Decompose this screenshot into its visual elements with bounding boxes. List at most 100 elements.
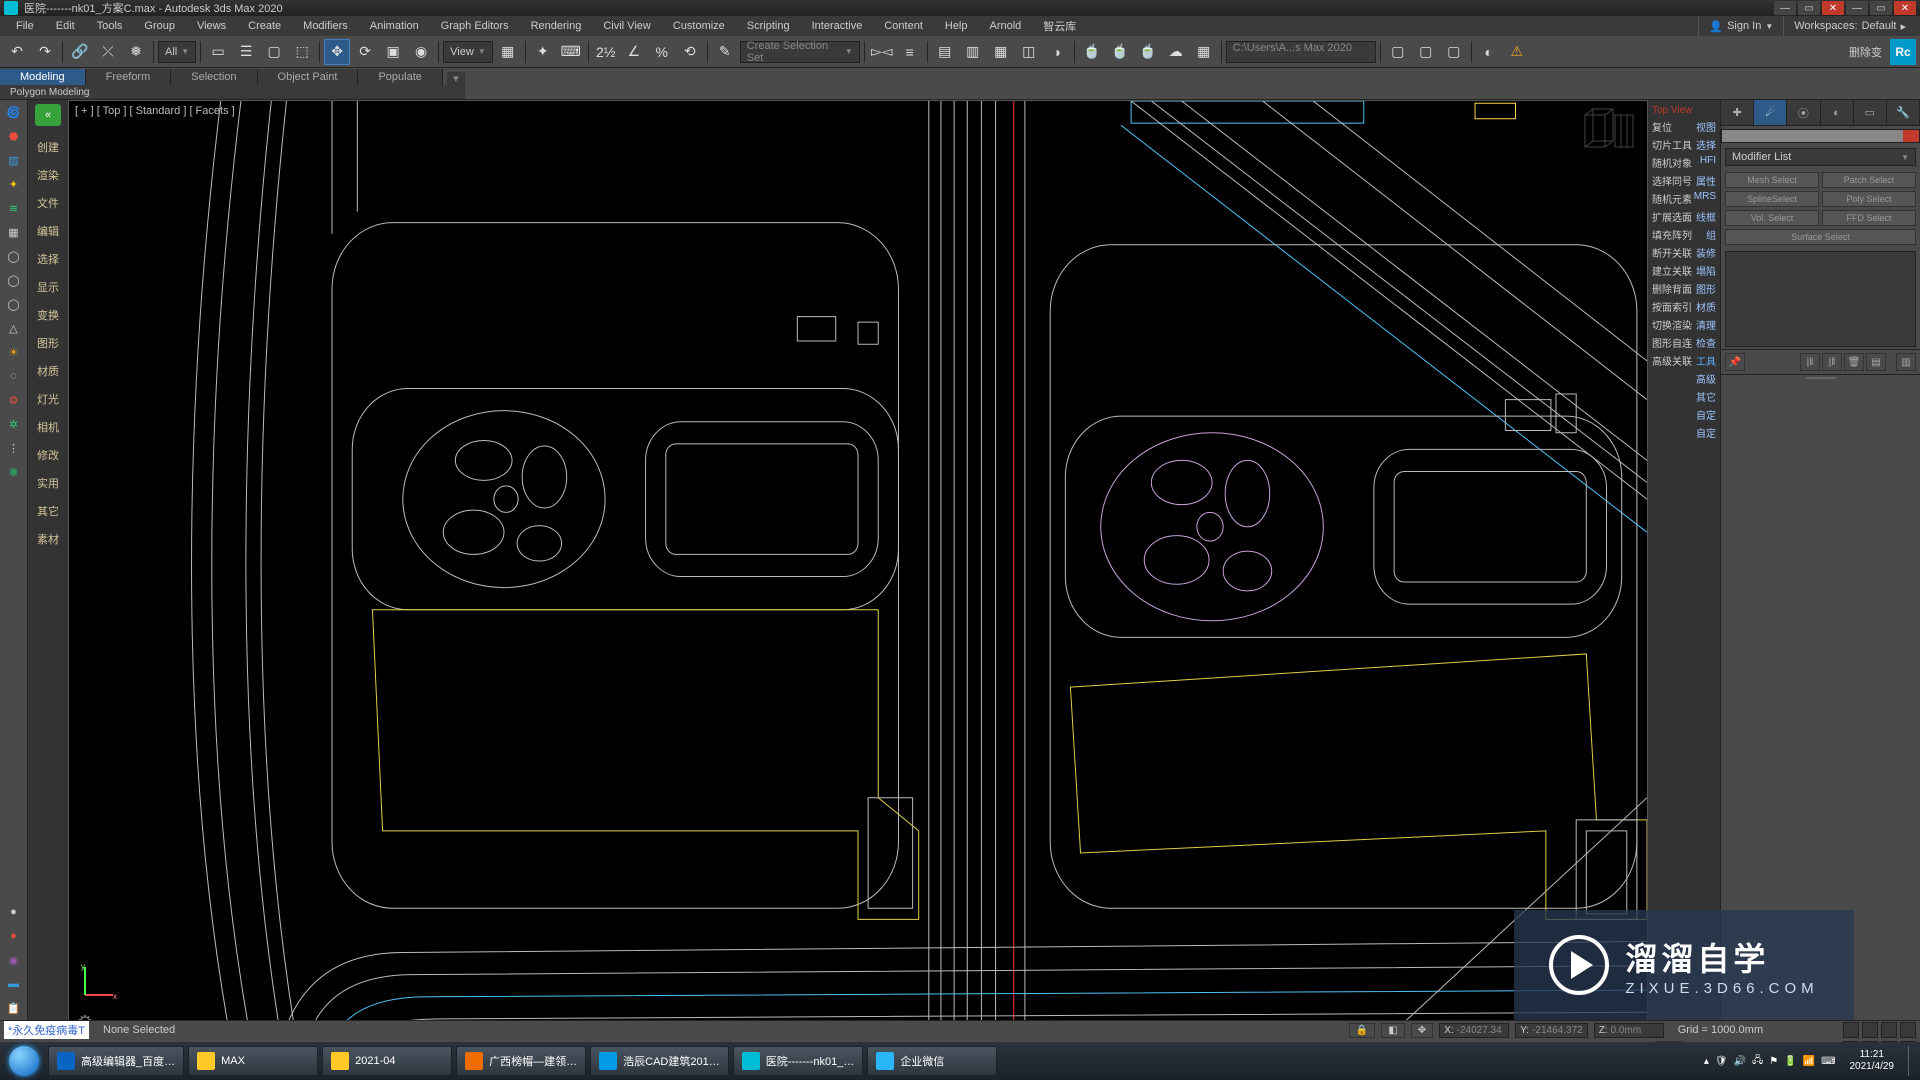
sel-mesh[interactable]: Mesh Select bbox=[1725, 172, 1819, 188]
signin-button[interactable]: 👤 Sign In ▼ bbox=[1698, 16, 1784, 36]
qp-row-5[interactable]: 扩展选面线框 bbox=[1650, 208, 1718, 225]
side-item-3[interactable]: 编辑 bbox=[28, 220, 68, 242]
sr-icon-1[interactable] bbox=[1843, 1022, 1859, 1038]
tray-icon[interactable]: ⚑ bbox=[1769, 1056, 1778, 1067]
sel-vol[interactable]: Vol. Select bbox=[1725, 210, 1819, 226]
side-item-9[interactable]: 灯光 bbox=[28, 388, 68, 410]
qp-row-8[interactable]: 建立关联塌陷 bbox=[1650, 262, 1718, 279]
tray-icon[interactable]: 🖧 bbox=[1752, 1053, 1763, 1070]
sr-icon-2[interactable] bbox=[1862, 1022, 1878, 1038]
menu-help[interactable]: Help bbox=[935, 18, 978, 34]
tray-icon[interactable]: 🔋 bbox=[1784, 1056, 1796, 1067]
menu-edit[interactable]: Edit bbox=[46, 18, 85, 34]
qp-row-15[interactable]: 其它 bbox=[1650, 388, 1718, 405]
lt-icon-13[interactable]: ⚙ bbox=[4, 390, 24, 410]
minimize-button[interactable]: — bbox=[1774, 1, 1796, 15]
cmd-tab-modify[interactable]: ☄ bbox=[1754, 100, 1787, 125]
qp-row-0[interactable]: 复位视图 bbox=[1650, 118, 1718, 135]
side-item-2[interactable]: 文件 bbox=[28, 192, 68, 214]
side-item-0[interactable]: 创建 bbox=[28, 136, 68, 158]
ribbon-tab-object-paint[interactable]: Object Paint bbox=[258, 69, 359, 85]
side-item-7[interactable]: 图形 bbox=[28, 332, 68, 354]
select-and-move-button[interactable]: ✥ bbox=[324, 39, 350, 65]
taskbar-clock[interactable]: 11:21 2021/4/29 bbox=[1842, 1049, 1903, 1073]
ref-coord-dropdown[interactable]: View▼ bbox=[443, 41, 493, 63]
qp-row-6[interactable]: 填充阵列组 bbox=[1650, 226, 1718, 243]
filter-dropdown[interactable]: All▼ bbox=[158, 41, 196, 63]
sel-poly[interactable]: Poly Select bbox=[1822, 191, 1916, 207]
lt-icon-sphere3[interactable]: ◉ bbox=[4, 950, 24, 970]
workspace-selector[interactable]: Workspaces: Default ▸ bbox=[1786, 20, 1914, 33]
schematic-view-button[interactable]: ◫ bbox=[1016, 39, 1042, 65]
menu-zhiyunku[interactable]: 智云库 bbox=[1033, 16, 1086, 36]
qp-row-16[interactable]: 自定 bbox=[1650, 406, 1718, 423]
selection-set-dropdown[interactable]: Create Selection Set▼ bbox=[740, 41, 860, 63]
lt-icon-4[interactable]: ✦ bbox=[4, 174, 24, 194]
select-and-rotate-button[interactable]: ⟳ bbox=[352, 39, 378, 65]
lt-icon-8[interactable]: ◯ bbox=[4, 270, 24, 290]
spinner-snap-button[interactable]: ⟲ bbox=[677, 39, 703, 65]
ribbon-tab-modeling[interactable]: Modeling bbox=[0, 69, 86, 85]
cmd-tab-display[interactable]: ▭ bbox=[1854, 100, 1887, 125]
menu-animation[interactable]: Animation bbox=[360, 18, 429, 34]
stack-options-button[interactable]: ▥ bbox=[1896, 353, 1916, 371]
lt-icon-14[interactable]: ✲ bbox=[4, 414, 24, 434]
menu-content[interactable]: Content bbox=[874, 18, 933, 34]
side-item-14[interactable]: 素材 bbox=[28, 528, 68, 550]
ribbon-dropdown-icon[interactable]: ▾ bbox=[447, 72, 465, 85]
cmd-tab-create[interactable]: ✚ bbox=[1721, 100, 1754, 125]
side-item-5[interactable]: 显示 bbox=[28, 276, 68, 298]
qp-row-13[interactable]: 高级关联工具 bbox=[1650, 352, 1718, 369]
ribbon-tab-populate[interactable]: Populate bbox=[358, 69, 442, 85]
configure-sets-button[interactable]: ▤ bbox=[1866, 353, 1886, 371]
snap-toggle-2d-button[interactable]: 2½ bbox=[593, 39, 619, 65]
qp-row-4[interactable]: 随机元素MRS bbox=[1650, 190, 1718, 207]
ribbon-tab-selection[interactable]: Selection bbox=[171, 69, 257, 85]
task-5[interactable]: 医院-------nk01_… bbox=[733, 1046, 864, 1076]
material-editor-button[interactable]: ◑ bbox=[1044, 39, 1070, 65]
side-item-13[interactable]: 其它 bbox=[28, 500, 68, 522]
viewcube[interactable] bbox=[1581, 107, 1637, 151]
restore-button[interactable]: ▭ bbox=[1870, 1, 1892, 15]
undo-button[interactable]: ↶ bbox=[4, 39, 30, 65]
select-and-place-button[interactable]: ◉ bbox=[408, 39, 434, 65]
menu-interactive[interactable]: Interactive bbox=[802, 18, 873, 34]
tb-extra-2[interactable]: ▢ bbox=[1413, 39, 1439, 65]
lt-icon-5[interactable]: ≋ bbox=[4, 198, 24, 218]
object-color-swatch[interactable] bbox=[1721, 129, 1920, 143]
qp-row-7[interactable]: 断开关联装修 bbox=[1650, 244, 1718, 261]
menu-rendering[interactable]: Rendering bbox=[521, 18, 592, 34]
show-desktop-button[interactable] bbox=[1908, 1046, 1916, 1076]
tray-icon[interactable]: 📶 bbox=[1803, 1056, 1815, 1067]
lt-icon-sphere4[interactable]: ▬ bbox=[4, 974, 24, 994]
task-1[interactable]: MAX bbox=[188, 1046, 318, 1076]
task-0[interactable]: 高级编辑器_百度… bbox=[48, 1046, 184, 1076]
project-path-display[interactable]: C:\Users\A...s Max 2020 bbox=[1226, 41, 1376, 63]
modifier-stack[interactable] bbox=[1725, 251, 1916, 347]
sel-patch[interactable]: Patch Select bbox=[1822, 172, 1916, 188]
tray-icon[interactable]: 🔊 bbox=[1734, 1056, 1746, 1067]
close-app-button[interactable]: ✕ bbox=[1822, 1, 1844, 15]
mirror-button[interactable]: ▻◅ bbox=[869, 39, 895, 65]
menu-modifiers[interactable]: Modifiers bbox=[293, 18, 358, 34]
menu-arnold[interactable]: Arnold bbox=[980, 18, 1032, 34]
lt-icon-9[interactable]: ◯ bbox=[4, 294, 24, 314]
keyboard-shortcut-button[interactable]: ⌨ bbox=[558, 39, 584, 65]
isolate-selection-icon[interactable]: ◧ bbox=[1381, 1023, 1404, 1038]
qp-row-3[interactable]: 选择同号属性 bbox=[1650, 172, 1718, 189]
delete-modifier-label[interactable]: 删除变 bbox=[1849, 44, 1882, 60]
qp-row-10[interactable]: 按面索引材质 bbox=[1650, 298, 1718, 315]
angle-snap-button[interactable]: ∠ bbox=[621, 39, 647, 65]
select-by-name-button[interactable]: ☰ bbox=[233, 39, 259, 65]
sel-spline[interactable]: SplineSelect bbox=[1725, 191, 1819, 207]
side-item-10[interactable]: 相机 bbox=[28, 416, 68, 438]
coord-z[interactable]: Z:0.0mm bbox=[1594, 1023, 1664, 1038]
pin-stack-button[interactable]: 📌 bbox=[1725, 353, 1745, 371]
side-item-8[interactable]: 材质 bbox=[28, 360, 68, 382]
antivirus-tag[interactable]: *永久免疫病毒T bbox=[4, 1021, 89, 1039]
side-item-1[interactable]: 渲染 bbox=[28, 164, 68, 186]
rc-badge[interactable]: Rc bbox=[1890, 39, 1916, 65]
menu-group[interactable]: Group bbox=[134, 18, 185, 34]
layer-explorer-button[interactable]: ▤ bbox=[932, 39, 958, 65]
qp-row-17[interactable]: 自定 bbox=[1650, 424, 1718, 441]
